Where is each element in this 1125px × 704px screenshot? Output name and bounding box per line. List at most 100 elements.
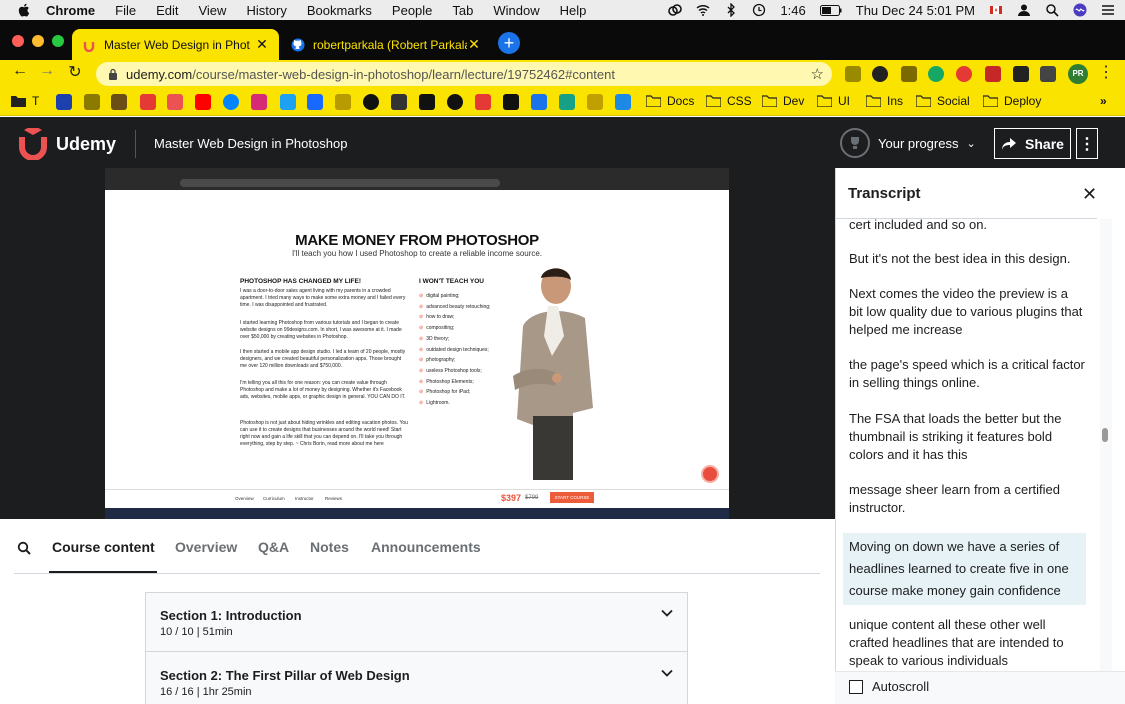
search-icon[interactable]	[17, 541, 31, 555]
tab-notes[interactable]: Notes	[310, 539, 349, 555]
bookmarks-overflow-icon[interactable]: »	[1100, 94, 1107, 108]
profile-avatar[interactable]: PR	[1068, 64, 1088, 84]
bookmark-shield-icon[interactable]	[56, 94, 72, 110]
bookmark-folder-dev[interactable]: Dev	[762, 94, 804, 108]
menu-history[interactable]: History	[246, 3, 286, 18]
bookmark-messenger-icon[interactable]	[223, 94, 239, 110]
bookmark-folder-deploy[interactable]: Deploy	[983, 94, 1041, 108]
bookmark-folder-t[interactable]: T	[11, 94, 39, 108]
bookmark-app-icon[interactable]	[335, 94, 351, 110]
bookmark-dev-icon[interactable]	[419, 94, 435, 110]
window-minimize-button[interactable]	[32, 35, 44, 47]
video-frame[interactable]: MAKE MONEY FROM PHOTOSHOP I'll teach you…	[105, 168, 729, 519]
bookmark-behance-icon[interactable]	[307, 94, 323, 110]
bookmark-folder-docs[interactable]: Docs	[646, 94, 694, 108]
user-icon[interactable]	[1017, 3, 1031, 17]
bookmark-red-icon[interactable]	[140, 94, 156, 110]
bookmark-udemy-icon[interactable]	[167, 94, 183, 110]
bookmark-medium-icon[interactable]	[391, 94, 407, 110]
lock-icon[interactable]	[108, 68, 118, 80]
address-bar[interactable]: udemy.com/course/master-web-design-in-ph…	[96, 62, 832, 86]
spotlight-search-icon[interactable]	[1045, 3, 1059, 17]
back-arrow-icon[interactable]: ←	[10, 62, 30, 80]
tab-close-icon[interactable]: ✕	[255, 36, 269, 53]
transcript-cue-active[interactable]: Moving on down we have a series of headl…	[843, 533, 1086, 605]
browser-menu-icon[interactable]: ⋮	[1096, 62, 1116, 82]
bookmark-s-icon[interactable]	[475, 94, 491, 110]
bookmark-star-icon[interactable]: ☆	[811, 65, 824, 83]
share-button[interactable]: Share	[994, 128, 1071, 159]
new-tab-button[interactable]: +	[498, 32, 520, 54]
menu-view[interactable]: View	[198, 3, 226, 18]
extension-eyedropper-icon[interactable]	[901, 66, 917, 82]
transcript-cue[interactable]: The FSA that loads the better but the th…	[849, 410, 1085, 464]
bookmark-tool-icon[interactable]	[84, 94, 100, 110]
menu-file[interactable]: File	[115, 3, 136, 18]
extension-grid-icon[interactable]	[985, 66, 1001, 82]
transcript-scrollbar[interactable]	[1100, 219, 1112, 671]
bookmark-folder-social[interactable]: Social	[916, 94, 970, 108]
tab-overview[interactable]: Overview	[175, 539, 237, 555]
transcript-cue[interactable]: Next comes the video the preview is a bi…	[849, 285, 1085, 339]
bookmark-c-icon[interactable]	[503, 94, 519, 110]
bookmark-bulb-icon[interactable]	[587, 94, 603, 110]
flag-icon[interactable]	[989, 3, 1003, 17]
bookmark-crown-icon[interactable]	[111, 94, 127, 110]
udemy-logo[interactable]: Udemy	[14, 128, 116, 160]
bookmark-twitter-icon[interactable]	[280, 94, 296, 110]
tab-course-content[interactable]: Course content	[52, 539, 155, 555]
tab-close-icon[interactable]: ✕	[467, 36, 481, 53]
window-close-button[interactable]	[12, 35, 24, 47]
tab-udemy-course[interactable]: Master Web Design in Phot ✕	[72, 29, 279, 60]
extension-notification-icon[interactable]	[956, 66, 972, 82]
close-icon[interactable]: ✕	[1082, 184, 1097, 205]
bookmark-folder-ui[interactable]: UI	[817, 94, 850, 108]
creative-cloud-icon[interactable]	[668, 3, 683, 17]
control-center-icon[interactable]	[1101, 3, 1115, 17]
tab-announcements[interactable]: Announcements	[371, 539, 481, 555]
tab-github-profile[interactable]: robertparkala (Robert Parkala) ✕	[281, 29, 491, 60]
siri-icon[interactable]	[1073, 3, 1087, 17]
bluetooth-icon[interactable]	[724, 3, 738, 17]
transcript-cue[interactable]: But it's not the best idea in this desig…	[849, 250, 1085, 268]
transcript-cue[interactable]: the page's speed which is a critical fac…	[849, 356, 1085, 392]
menu-help[interactable]: Help	[560, 3, 587, 18]
chevron-down-icon[interactable]	[661, 607, 673, 619]
forward-arrow-icon[interactable]: →	[37, 62, 57, 80]
extension-bug-icon[interactable]	[845, 66, 861, 82]
bookmark-green-icon[interactable]	[559, 94, 575, 110]
menu-people[interactable]: People	[392, 3, 432, 18]
wifi-icon[interactable]	[696, 3, 710, 17]
menu-app-name[interactable]: Chrome	[46, 3, 95, 18]
autoscroll-checkbox[interactable]	[849, 679, 863, 694]
transcript-cue[interactable]: cert included and so on.	[849, 219, 1085, 234]
extensions-puzzle-icon[interactable]	[1013, 66, 1029, 82]
transcript-cue[interactable]: unique content all these other well craf…	[849, 616, 1085, 670]
apple-icon[interactable]	[18, 3, 30, 17]
extension-colorzilla-icon[interactable]	[872, 66, 888, 82]
window-zoom-button[interactable]	[52, 35, 64, 47]
bookmark-folder-css[interactable]: CSS	[706, 94, 752, 108]
bookmark-folder-ins[interactable]: Ins	[866, 94, 903, 108]
bookmark-d-icon[interactable]	[447, 94, 463, 110]
bookmark-github-icon[interactable]	[363, 94, 379, 110]
time-machine-icon[interactable]	[752, 3, 766, 17]
transcript-cue[interactable]: message sheer learn from a certified ins…	[849, 481, 1085, 517]
section-accordion-item[interactable]: Section 2: The First Pillar of Web Desig…	[145, 651, 688, 704]
transcript-scrollbar-thumb[interactable]	[1102, 428, 1108, 442]
menu-tab[interactable]: Tab	[452, 3, 473, 18]
bookmark-t-icon[interactable]	[615, 94, 631, 110]
extension-grammarly-icon[interactable]	[928, 66, 944, 82]
battery-icon[interactable]	[819, 4, 842, 16]
reading-list-icon[interactable]	[1040, 66, 1056, 82]
more-options-button[interactable]: ⋮	[1076, 128, 1098, 159]
menu-edit[interactable]: Edit	[156, 3, 178, 18]
section-accordion-item[interactable]: Section 1: Introduction 10 / 10 | 51min	[145, 592, 688, 652]
course-title[interactable]: Master Web Design in Photoshop	[154, 136, 347, 151]
menubar-datetime[interactable]: Thu Dec 24 5:01 PM	[856, 3, 975, 18]
bookmark-blue-icon[interactable]	[531, 94, 547, 110]
chevron-down-icon[interactable]	[661, 667, 673, 679]
menu-window[interactable]: Window	[493, 3, 539, 18]
menu-bookmarks[interactable]: Bookmarks	[307, 3, 372, 18]
bookmark-youtube-icon[interactable]	[195, 94, 211, 110]
